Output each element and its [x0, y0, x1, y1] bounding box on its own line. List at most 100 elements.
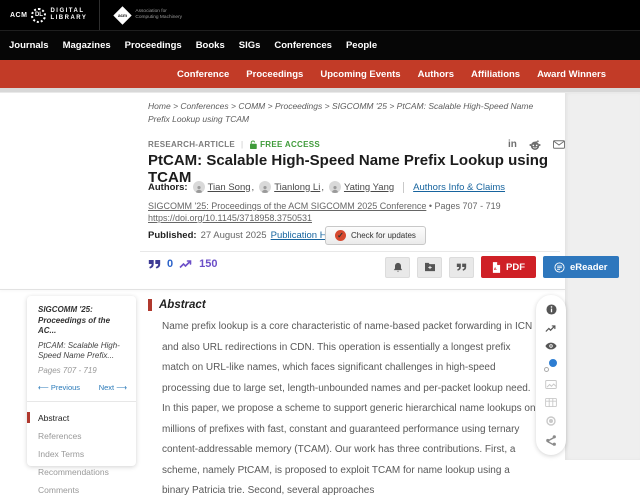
share-icons: in [508, 139, 565, 150]
breadcrumb-separator: > [231, 101, 236, 111]
alerts-button[interactable] [385, 257, 410, 278]
view-options-icon[interactable] [545, 342, 557, 350]
acm-association-logo[interactable]: acm Association forComputing Machinery [100, 9, 182, 22]
pager: ⟵ Previous Next ⟶ [38, 383, 127, 392]
author-separator: , [252, 182, 255, 193]
acm-dl-logo[interactable]: ACM DL DIGITALLIBRARY [0, 0, 99, 30]
article-tools-toolbar [536, 295, 566, 455]
check-for-updates-label: Check for updates [351, 231, 416, 240]
nav-item-journals[interactable]: Journals [9, 40, 49, 51]
abstract-text: Name prefix lookup is a core characteris… [162, 317, 537, 502]
conf-nav-authors[interactable]: Authors [418, 69, 454, 80]
media-icon[interactable] [546, 416, 556, 426]
conference-nav: Conference Proceedings Upcoming Events A… [0, 60, 640, 88]
breadcrumb-comm[interactable]: COMM [238, 101, 265, 111]
sidebar-item-comments[interactable]: Comments [38, 481, 127, 499]
right-arrow-icon: ⟶ [116, 383, 127, 392]
downloads-trend-icon [179, 259, 193, 269]
avatar [259, 181, 271, 193]
pdf-label: PDF [506, 262, 525, 273]
free-access-badge: FREE ACCESS [249, 140, 320, 149]
conf-nav-proceedings[interactable]: Proceedings [246, 69, 303, 80]
article-type-label: RESEARCH-ARTICLE [148, 140, 235, 149]
breadcrumb-separator: > [173, 101, 178, 111]
conf-nav-upcoming-events[interactable]: Upcoming Events [320, 69, 400, 80]
conf-nav-award-winners[interactable]: Award Winners [537, 69, 606, 80]
linkedin-icon[interactable]: in [508, 139, 517, 150]
author-link-tian-song[interactable]: Tian Song [208, 182, 251, 193]
breadcrumb-separator: > [389, 101, 394, 111]
sidebar-item-recommendations[interactable]: Recommendations [38, 463, 127, 481]
check-for-updates-button[interactable]: ✓ Check for updates [325, 226, 426, 245]
author-link-tianlong-li[interactable]: Tianlong Li [274, 182, 320, 193]
abstract-heading-marker [148, 299, 152, 311]
header-bottom-strip [0, 88, 640, 93]
published-date: 27 August 2025 [201, 230, 267, 241]
dl-gear-icon: DL [31, 8, 46, 23]
next-button[interactable]: Next ⟶ [99, 383, 127, 392]
citation-badge-icon[interactable] [545, 359, 557, 371]
authors-divider [403, 182, 404, 193]
save-to-binder-button[interactable] [417, 257, 442, 278]
breadcrumb-conferences[interactable]: Conferences [180, 101, 228, 111]
nav-item-proceedings[interactable]: Proceedings [125, 40, 182, 51]
previous-button[interactable]: ⟵ Previous [38, 383, 80, 392]
crossmark-icon: ✓ [335, 230, 346, 241]
pdf-button[interactable]: A PDF [481, 256, 536, 278]
metrics-row: 0 150 [148, 258, 217, 270]
breadcrumb-proceedings[interactable]: Proceedings [275, 101, 322, 111]
ereader-label: eReader [570, 262, 608, 273]
sidebar-item-references[interactable]: References [38, 427, 127, 445]
lock-open-icon [249, 140, 257, 149]
citation-count[interactable]: 0 [167, 258, 173, 270]
quote-icon [456, 263, 467, 271]
tables-icon[interactable] [545, 398, 557, 407]
reddit-icon[interactable] [529, 140, 541, 150]
author-item: Yating Yang [329, 181, 394, 193]
breadcrumb-separator: > [325, 101, 330, 111]
nav-item-people[interactable]: People [346, 40, 377, 51]
nav-item-books[interactable]: Books [196, 40, 225, 51]
ereader-icon [554, 262, 565, 273]
venue-link[interactable]: SIGCOMM '25: Proceedings of the ACM SIGC… [148, 201, 426, 211]
acm-diamond-icon: acm [114, 6, 132, 24]
action-buttons: A PDF eReader [385, 256, 619, 278]
nav-item-conferences[interactable]: Conferences [274, 40, 332, 51]
ereader-button[interactable]: eReader [543, 256, 619, 278]
cite-button[interactable] [449, 257, 474, 278]
sidebar-item-abstract[interactable]: Abstract [38, 409, 127, 427]
nav-item-sigs[interactable]: SIGs [239, 40, 261, 51]
article-meta-row: RESEARCH-ARTICLE | FREE ACCESS [148, 140, 320, 149]
meta-separator: | [241, 140, 243, 149]
email-icon[interactable] [553, 140, 565, 149]
avatar [329, 181, 341, 193]
breadcrumb-home[interactable]: Home [148, 101, 171, 111]
pdf-file-icon: A [492, 262, 501, 273]
doi-link[interactable]: https://doi.org/10.1145/3718958.3750531 [148, 213, 312, 223]
author-item: Tianlong Li, [259, 181, 324, 193]
breadcrumb-sigcomm25[interactable]: SIGCOMM '25 [332, 101, 387, 111]
downloads-count[interactable]: 150 [199, 258, 217, 270]
pages-label: Pages 707 - 719 [435, 201, 501, 211]
figures-icon[interactable] [545, 380, 557, 389]
divider [140, 251, 560, 252]
nav-item-magazines[interactable]: Magazines [63, 40, 111, 51]
authors-info-claims-link[interactable]: Authors Info & Claims [413, 182, 505, 193]
share-icon[interactable] [546, 435, 556, 446]
conf-nav-affiliations[interactable]: Affiliations [471, 69, 520, 80]
authors-row: Authors: Tian Song, Tianlong Li, Yating … [148, 181, 505, 193]
information-icon[interactable] [546, 304, 557, 315]
acm-dl-logo-text: ACM [10, 12, 27, 19]
published-row: Published: 27 August 2025 Publication Hi… [148, 230, 349, 241]
breadcrumb-separator: > [268, 101, 273, 111]
digital-library-label: DIGITALLIBRARY [50, 8, 87, 22]
abstract-heading: Abstract [148, 299, 206, 311]
sidebar-venue-title[interactable]: SIGCOMM '25: Proceedings of the AC... [38, 305, 127, 337]
metrics-icon[interactable] [545, 324, 557, 333]
authors-label: Authors: [148, 182, 188, 193]
author-link-yating-yang[interactable]: Yating Yang [344, 182, 394, 193]
bell-icon [393, 262, 403, 273]
sidebar-divider [27, 401, 136, 402]
published-label: Published: [148, 230, 197, 241]
conf-nav-conference[interactable]: Conference [177, 69, 229, 80]
